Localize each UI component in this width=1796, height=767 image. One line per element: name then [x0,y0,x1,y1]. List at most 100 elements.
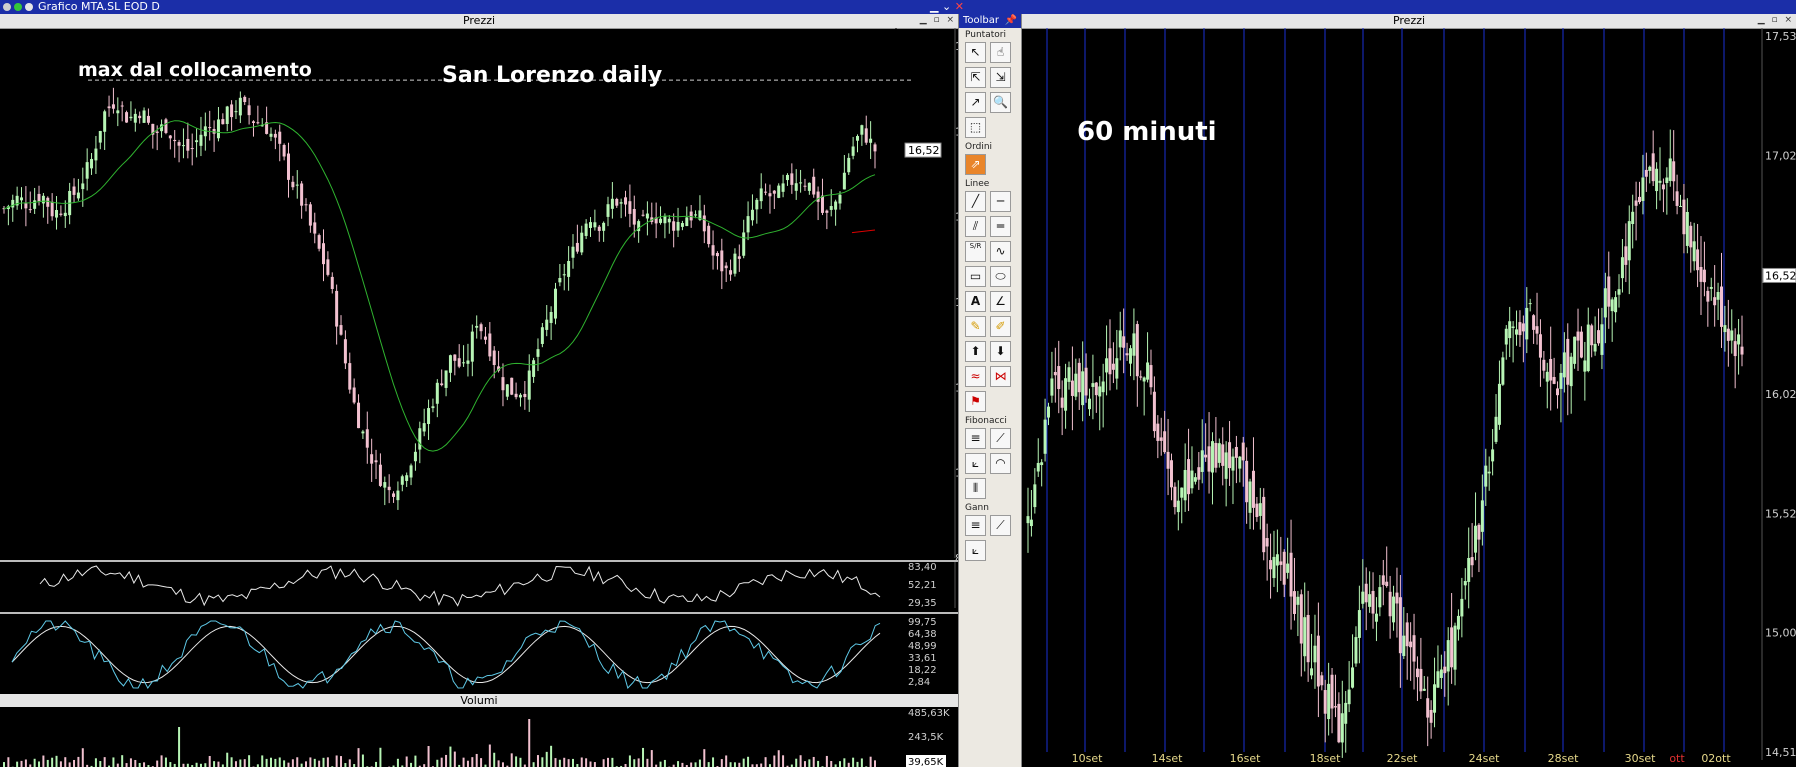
fib-time-tool-icon[interactable]: ⦀ [965,478,986,499]
candle-body-right [1036,462,1040,472]
ellipse-tool-icon[interactable]: ⬭ [990,266,1011,287]
candle-body-right [1607,276,1611,307]
candle-body-right [1081,371,1085,406]
candle-body-right [1549,358,1553,381]
volume-bar [493,752,496,767]
candle-body [829,206,833,210]
candle-body [746,216,750,233]
window-minimize-dot[interactable] [14,3,22,11]
volume-bar [436,759,439,767]
fib-extension-tool-icon[interactable]: ⟋ [990,428,1011,449]
arrow-up-tool-icon[interactable]: ⬆ [965,341,986,362]
zoom-tool-icon[interactable]: 🔍 [990,92,1011,113]
panel-window-buttons[interactable]: ▁ ▫ × [920,15,956,25]
candle-body-right [1525,307,1529,340]
candle-body-right [1197,467,1201,480]
volume-bar [558,759,561,767]
parallel-lines-tool-icon[interactable]: ═ [990,216,1011,237]
volume-bar [585,758,588,767]
red-marker-line [851,229,876,234]
candle-body-right [1433,684,1437,713]
candle-body [103,111,107,132]
angle-tool-icon[interactable]: ∠ [990,291,1011,312]
candle-body [444,370,448,388]
volume-bar [480,758,483,767]
arrow-down-tool-icon[interactable]: ⬇ [990,341,1011,362]
gann-fan-tool-icon[interactable]: ⟀ [965,540,986,561]
candle-body [177,142,181,146]
volume-bar [681,762,684,767]
toolbar-header[interactable]: Toolbar 📌 [959,14,1021,28]
candle-body [470,331,474,362]
volume-bar [545,751,548,767]
volume-bar [747,756,750,767]
text-tool-icon[interactable]: A [965,291,986,312]
trendline-tool-icon[interactable]: ╱ [965,191,986,212]
rect-select-tool-icon[interactable]: ⬚ [965,117,986,138]
order-tool-icon[interactable]: ⇗ [965,154,986,175]
right-chart-area[interactable]: 17,5317,0216,5216,0215,5215,0014,5116,52… [1022,28,1796,767]
candle-body-right [1685,211,1689,246]
toolbar-title: Toolbar [963,15,1000,26]
toolbar-window-controls[interactable]: ▁ ⌄ ✕ [930,0,964,13]
candle-body [768,193,772,197]
candle-body [330,276,334,289]
candle-body [453,354,457,361]
pointer-hand-tool-icon[interactable]: ☝ [990,42,1011,63]
candle-body-right [1436,671,1440,688]
fib-arc-tool-icon[interactable]: ◠ [990,453,1011,474]
toolbar-section-linee: Linee [965,179,990,189]
candle-body [807,182,811,191]
volume-bar [51,757,54,767]
volume-bar [838,761,841,767]
fib-retracement-tool-icon[interactable]: ≡ [965,428,986,449]
fib-fan-tool-icon[interactable]: ⟀ [965,453,986,474]
wave-tool-icon[interactable]: ≈ [965,366,986,387]
candle-body [164,119,168,133]
polyline-tool-icon[interactable]: ∿ [990,241,1011,262]
pencil-tool-icon[interactable]: ✎ [965,316,986,337]
gann-square-tool-icon[interactable]: ⟋ [990,515,1011,536]
volume-bar [852,757,855,767]
candle-body-right [1180,487,1184,498]
candle-body [55,209,59,218]
candle-body-right [1238,456,1242,469]
candle-body [24,203,28,209]
candle-body [146,115,150,123]
cursor-tool-icon[interactable]: ⇱ [965,67,986,88]
flag-tool-icon[interactable]: ⚑ [965,391,986,412]
horizontal-line-tool-icon[interactable]: ─ [990,191,1011,212]
candle-body [427,408,431,425]
volume-bar [847,762,850,767]
left-chart-area[interactable]: 18,5016,8815,2613,6412,0010,388,76max da… [0,28,958,767]
pointer-tool-icon[interactable]: ↖ [965,42,986,63]
window-maximize-dot[interactable] [25,3,33,11]
volume-bar [59,761,62,767]
candle-body-right [1467,558,1471,582]
gann-grid-tool-icon[interactable]: ≡ [965,515,986,536]
volume-bar [265,758,268,767]
pencil-alt-tool-icon[interactable]: ✐ [990,316,1011,337]
candle-body [387,486,391,491]
sup-res-tool-icon[interactable]: S/R [965,241,986,262]
candle-body [851,146,855,156]
window-close-dot[interactable] [3,3,11,11]
candle-body-right [1569,356,1573,387]
pattern-tool-icon[interactable]: ⋈ [990,366,1011,387]
volume-bar [340,756,343,767]
select-tool-icon[interactable]: ↗ [965,92,986,113]
right-panel-window-buttons[interactable]: ▁ ▫ × [1758,15,1794,25]
candle-body [772,190,776,194]
candle-body-right [1207,446,1211,472]
candle-body-right [1067,367,1071,382]
window-title-bar[interactable]: Grafico MTA.SL EOD D [0,0,1796,14]
volume-bar [466,760,469,767]
pin-icon[interactable]: 📌 [1005,14,1017,28]
volume-bar [287,762,290,767]
candle-body [536,349,540,357]
candle-body [431,406,435,409]
channel-tool-icon[interactable]: ⫽ [965,216,986,237]
cross-cursor-tool-icon[interactable]: ⇲ [990,67,1011,88]
rectangle-tool-icon[interactable]: ▭ [965,266,986,287]
candle-body [76,192,80,199]
